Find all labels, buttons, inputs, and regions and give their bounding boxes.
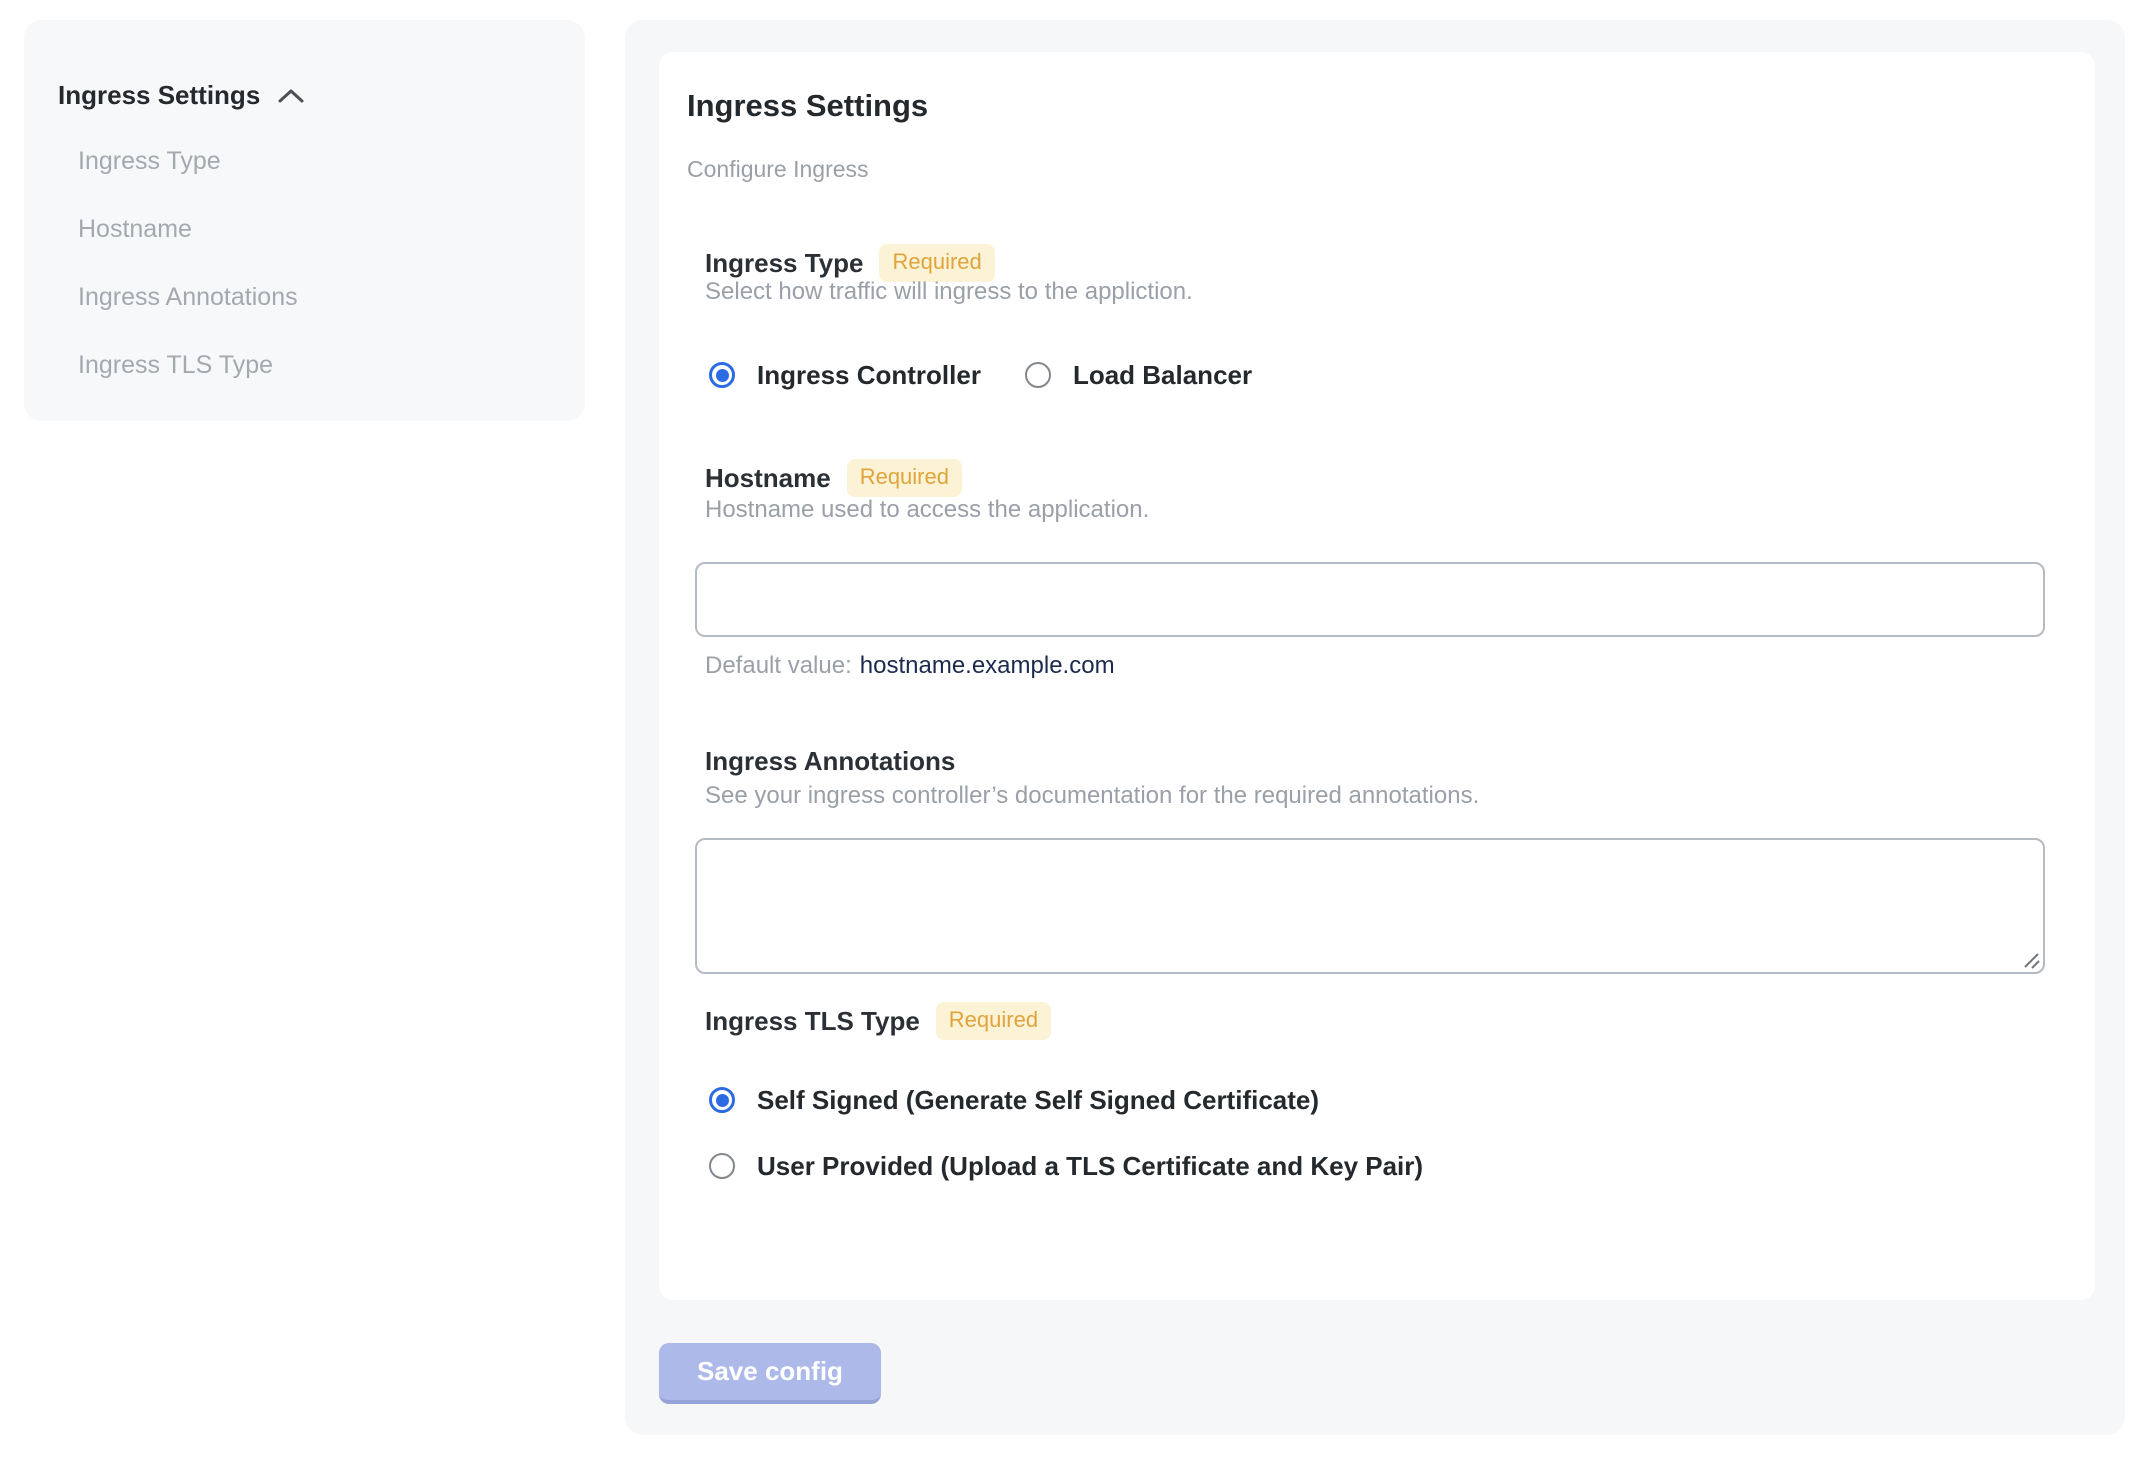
config-page: Ingress Settings Ingress Type Hostname I… bbox=[0, 0, 2156, 1474]
annotations-textarea-wrap bbox=[695, 838, 2045, 974]
ingress-type-options: Ingress Controller Load Balancer bbox=[709, 358, 1252, 392]
required-badge: Required bbox=[935, 1002, 1052, 1040]
default-value-prefix: Default value: bbox=[705, 652, 852, 679]
sidebar-section-title: Ingress Settings bbox=[58, 80, 261, 110]
hostname-default-line: Default value: hostname.example.com bbox=[705, 652, 1115, 680]
sidebar-item-ingress-annotations[interactable]: Ingress Annotations bbox=[78, 280, 298, 314]
page-title: Ingress Settings bbox=[687, 88, 929, 123]
page-subtitle: Configure Ingress bbox=[687, 156, 869, 182]
radio-option-load-balancer[interactable]: Load Balancer bbox=[1024, 358, 1253, 392]
textarea-resize-handle[interactable] bbox=[2022, 951, 2040, 969]
annotations-help: See your ingress controller’s documentat… bbox=[705, 782, 1480, 809]
hostname-help: Hostname used to access the application. bbox=[705, 496, 1150, 523]
save-config-button[interactable]: Save config bbox=[659, 1343, 881, 1404]
radio-option-label: User Provided (Upload a TLS Certificate … bbox=[757, 1150, 1424, 1181]
radio-selected-icon[interactable] bbox=[709, 1087, 735, 1113]
tls-type-label: Ingress TLS Type bbox=[705, 1005, 920, 1036]
ingress-type-help: Select how traffic will ingress to the a… bbox=[705, 278, 1193, 305]
radio-option-label: Load Balancer bbox=[1072, 359, 1253, 390]
ingress-settings-card: Ingress Settings Configure Ingress Ingre… bbox=[659, 52, 2095, 1300]
radio-option-ingress-controller[interactable]: Ingress Controller bbox=[709, 358, 981, 392]
sidebar-item-ingress-tls-type[interactable]: Ingress TLS Type bbox=[78, 348, 298, 382]
sidebar-item-hostname[interactable]: Hostname bbox=[78, 212, 298, 246]
radio-option-label: Self Signed (Generate Self Signed Certif… bbox=[757, 1084, 1320, 1115]
radio-selected-icon[interactable] bbox=[709, 362, 735, 388]
tls-type-options: Self Signed (Generate Self Signed Certif… bbox=[709, 1083, 1423, 1183]
settings-panel: Ingress Settings Configure Ingress Ingre… bbox=[625, 20, 2125, 1435]
hostname-label: Hostname bbox=[705, 462, 831, 493]
radio-option-label: Ingress Controller bbox=[757, 359, 981, 390]
ingress-type-label: Ingress Type bbox=[705, 247, 864, 278]
radio-option-user-provided[interactable]: User Provided (Upload a TLS Certificate … bbox=[709, 1149, 1423, 1183]
annotations-label-row: Ingress Annotations bbox=[705, 746, 955, 777]
settings-nav-sidebar: Ingress Settings Ingress Type Hostname I… bbox=[24, 20, 585, 421]
sidebar-item-ingress-type[interactable]: Ingress Type bbox=[78, 144, 298, 178]
sidebar-items: Ingress Type Hostname Ingress Annotation… bbox=[78, 144, 298, 416]
annotations-textarea[interactable] bbox=[695, 838, 2045, 974]
ingress-type-label-row: Ingress Type Required bbox=[705, 244, 995, 282]
hostname-input[interactable] bbox=[695, 562, 2045, 637]
required-badge: Required bbox=[879, 244, 995, 282]
radio-option-self-signed[interactable]: Self Signed (Generate Self Signed Certif… bbox=[709, 1083, 1423, 1117]
annotations-label: Ingress Annotations bbox=[705, 746, 956, 776]
default-value-text: hostname.example.com bbox=[859, 652, 1115, 679]
chevron-up-icon[interactable] bbox=[276, 87, 306, 105]
radio-unselected-icon[interactable] bbox=[1024, 362, 1051, 388]
required-badge: Required bbox=[846, 459, 962, 497]
hostname-label-row: Hostname Required bbox=[705, 459, 962, 497]
tls-type-label-row: Ingress TLS Type Required bbox=[705, 1002, 1052, 1040]
sidebar-section-header[interactable]: Ingress Settings bbox=[58, 80, 306, 111]
radio-unselected-icon[interactable] bbox=[709, 1153, 735, 1179]
